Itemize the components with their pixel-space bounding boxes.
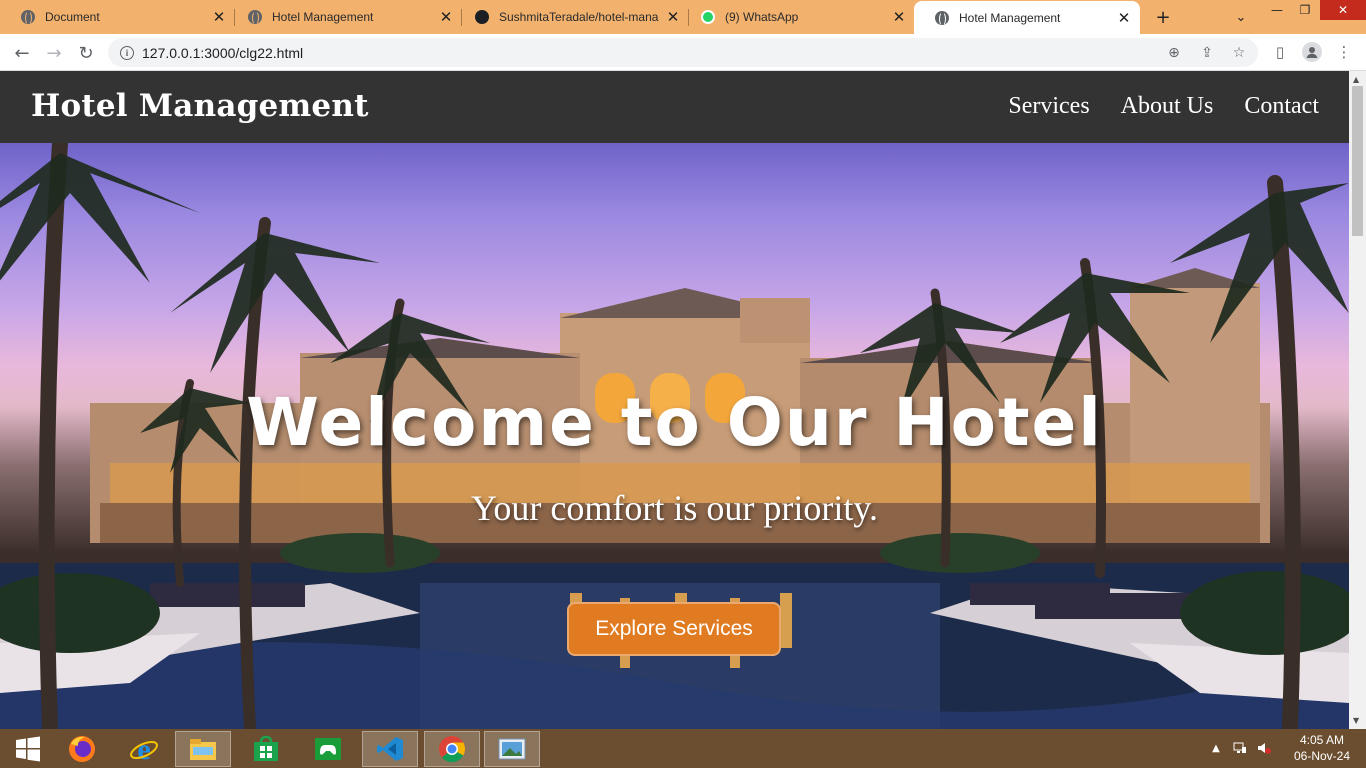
games-icon[interactable] xyxy=(300,731,356,767)
firefox-icon[interactable] xyxy=(54,731,110,767)
minimize-icon[interactable]: — xyxy=(1262,0,1292,20)
tab-title: SushmitaTeradale/hotel-mana xyxy=(499,10,659,24)
globe-icon xyxy=(20,9,36,25)
tab-search-button[interactable]: ⌄ xyxy=(1229,5,1253,29)
back-arrow-icon[interactable]: ← xyxy=(8,39,36,67)
windows-start-icon[interactable] xyxy=(0,731,56,767)
close-icon[interactable]: ✕ xyxy=(889,7,909,27)
file-explorer-icon[interactable] xyxy=(175,731,231,767)
explore-services-button[interactable]: Explore Services xyxy=(567,602,781,656)
scrollbar-thumb[interactable] xyxy=(1352,86,1363,236)
volume-muted-icon[interactable] xyxy=(1256,740,1272,756)
site-nav: Services About Us Contact xyxy=(1008,93,1319,120)
whatsapp-icon xyxy=(700,9,716,25)
tab-title: (9) WhatsApp xyxy=(725,10,799,24)
github-icon xyxy=(474,9,490,25)
globe-icon xyxy=(934,10,950,26)
reload-icon[interactable]: ↻ xyxy=(72,39,100,67)
hero-subtitle: Your comfort is our priority. xyxy=(471,488,878,528)
nav-link-about-us[interactable]: About Us xyxy=(1121,93,1214,120)
tab-title: Hotel Management xyxy=(272,10,374,24)
network-icon[interactable] xyxy=(1232,740,1248,756)
site-brand[interactable]: Hotel Management xyxy=(31,88,369,124)
tab-title: Hotel Management xyxy=(959,10,1061,25)
profile-avatar-icon[interactable] xyxy=(1302,42,1322,62)
menu-kebab-icon[interactable]: ⋮ xyxy=(1334,42,1354,62)
photos-icon[interactable] xyxy=(484,731,540,767)
share-icon[interactable]: ⇪ xyxy=(1198,44,1216,62)
page-scrollbar[interactable]: ▲ ▼ xyxy=(1349,71,1366,729)
close-icon[interactable]: ✕ xyxy=(436,7,456,27)
window-close-button[interactable]: ✕ xyxy=(1320,0,1366,20)
site-header: Hotel Management Services About Us Conta… xyxy=(0,71,1349,143)
show-hidden-icons-icon[interactable]: ▲ xyxy=(1208,740,1224,756)
store-icon[interactable] xyxy=(238,731,294,767)
restore-icon[interactable]: ❐ xyxy=(1290,0,1320,20)
svg-text:e: e xyxy=(137,734,150,764)
browser-tab-hotel-management[interactable]: Hotel Management ✕ xyxy=(227,0,462,34)
taskbar-clock[interactable]: 4:05 AM 06-Nov-24 xyxy=(1294,732,1350,764)
close-icon[interactable]: ✕ xyxy=(209,7,229,27)
windows-taskbar: e ▲ 4:05 AM 06-Nov-24 xyxy=(0,729,1366,768)
chrome-icon[interactable] xyxy=(424,731,480,767)
vscode-icon[interactable] xyxy=(362,731,418,767)
side-panel-icon[interactable]: ▯ xyxy=(1270,42,1290,62)
hero-title: Welcome to Our Hotel xyxy=(246,384,1103,461)
browser-tab-active[interactable]: Hotel Management ✕ xyxy=(914,1,1140,34)
tab-title: Document xyxy=(45,10,100,24)
browser-tab-document[interactable]: Document ✕ xyxy=(0,0,235,34)
browser-tab-github[interactable]: SushmitaTeradale/hotel-mana ✕ xyxy=(454,0,689,34)
globe-icon xyxy=(247,9,263,25)
clock-time: 4:05 AM xyxy=(1299,733,1344,747)
clock-date: 06-Nov-24 xyxy=(1293,749,1350,763)
forward-arrow-icon[interactable]: → xyxy=(40,39,68,67)
nav-link-contact[interactable]: Contact xyxy=(1244,93,1319,120)
web-page: Hotel Management Services About Us Conta… xyxy=(0,71,1349,729)
site-info-icon[interactable]: i xyxy=(120,45,134,60)
new-tab-button[interactable]: + xyxy=(1151,5,1175,29)
address-bar[interactable]: i 127.0.0.1:3000/clg22.html ⊕ ⇪ ☆ xyxy=(108,38,1258,67)
url-text[interactable]: 127.0.0.1:3000/clg22.html xyxy=(142,45,303,61)
scroll-up-arrow-icon[interactable]: ▲ xyxy=(1353,75,1359,84)
browser-tab-whatsapp[interactable]: (9) WhatsApp ✕ xyxy=(680,0,915,34)
close-icon[interactable]: ✕ xyxy=(1114,8,1134,28)
internet-explorer-icon[interactable]: e xyxy=(116,731,172,767)
nav-link-services[interactable]: Services xyxy=(1008,93,1089,120)
hero-section: Welcome to Our Hotel Your comfort is our… xyxy=(0,143,1349,729)
scroll-down-arrow-icon[interactable]: ▼ xyxy=(1353,716,1359,725)
bookmark-star-icon[interactable]: ☆ xyxy=(1230,44,1248,62)
browser-tab-strip: Document ✕ Hotel Management ✕ SushmitaTe… xyxy=(0,0,1366,34)
browser-toolbar: ← → ↻ i 127.0.0.1:3000/clg22.html ⊕ ⇪ ☆ … xyxy=(0,34,1366,71)
zoom-icon[interactable]: ⊕ xyxy=(1165,44,1183,62)
